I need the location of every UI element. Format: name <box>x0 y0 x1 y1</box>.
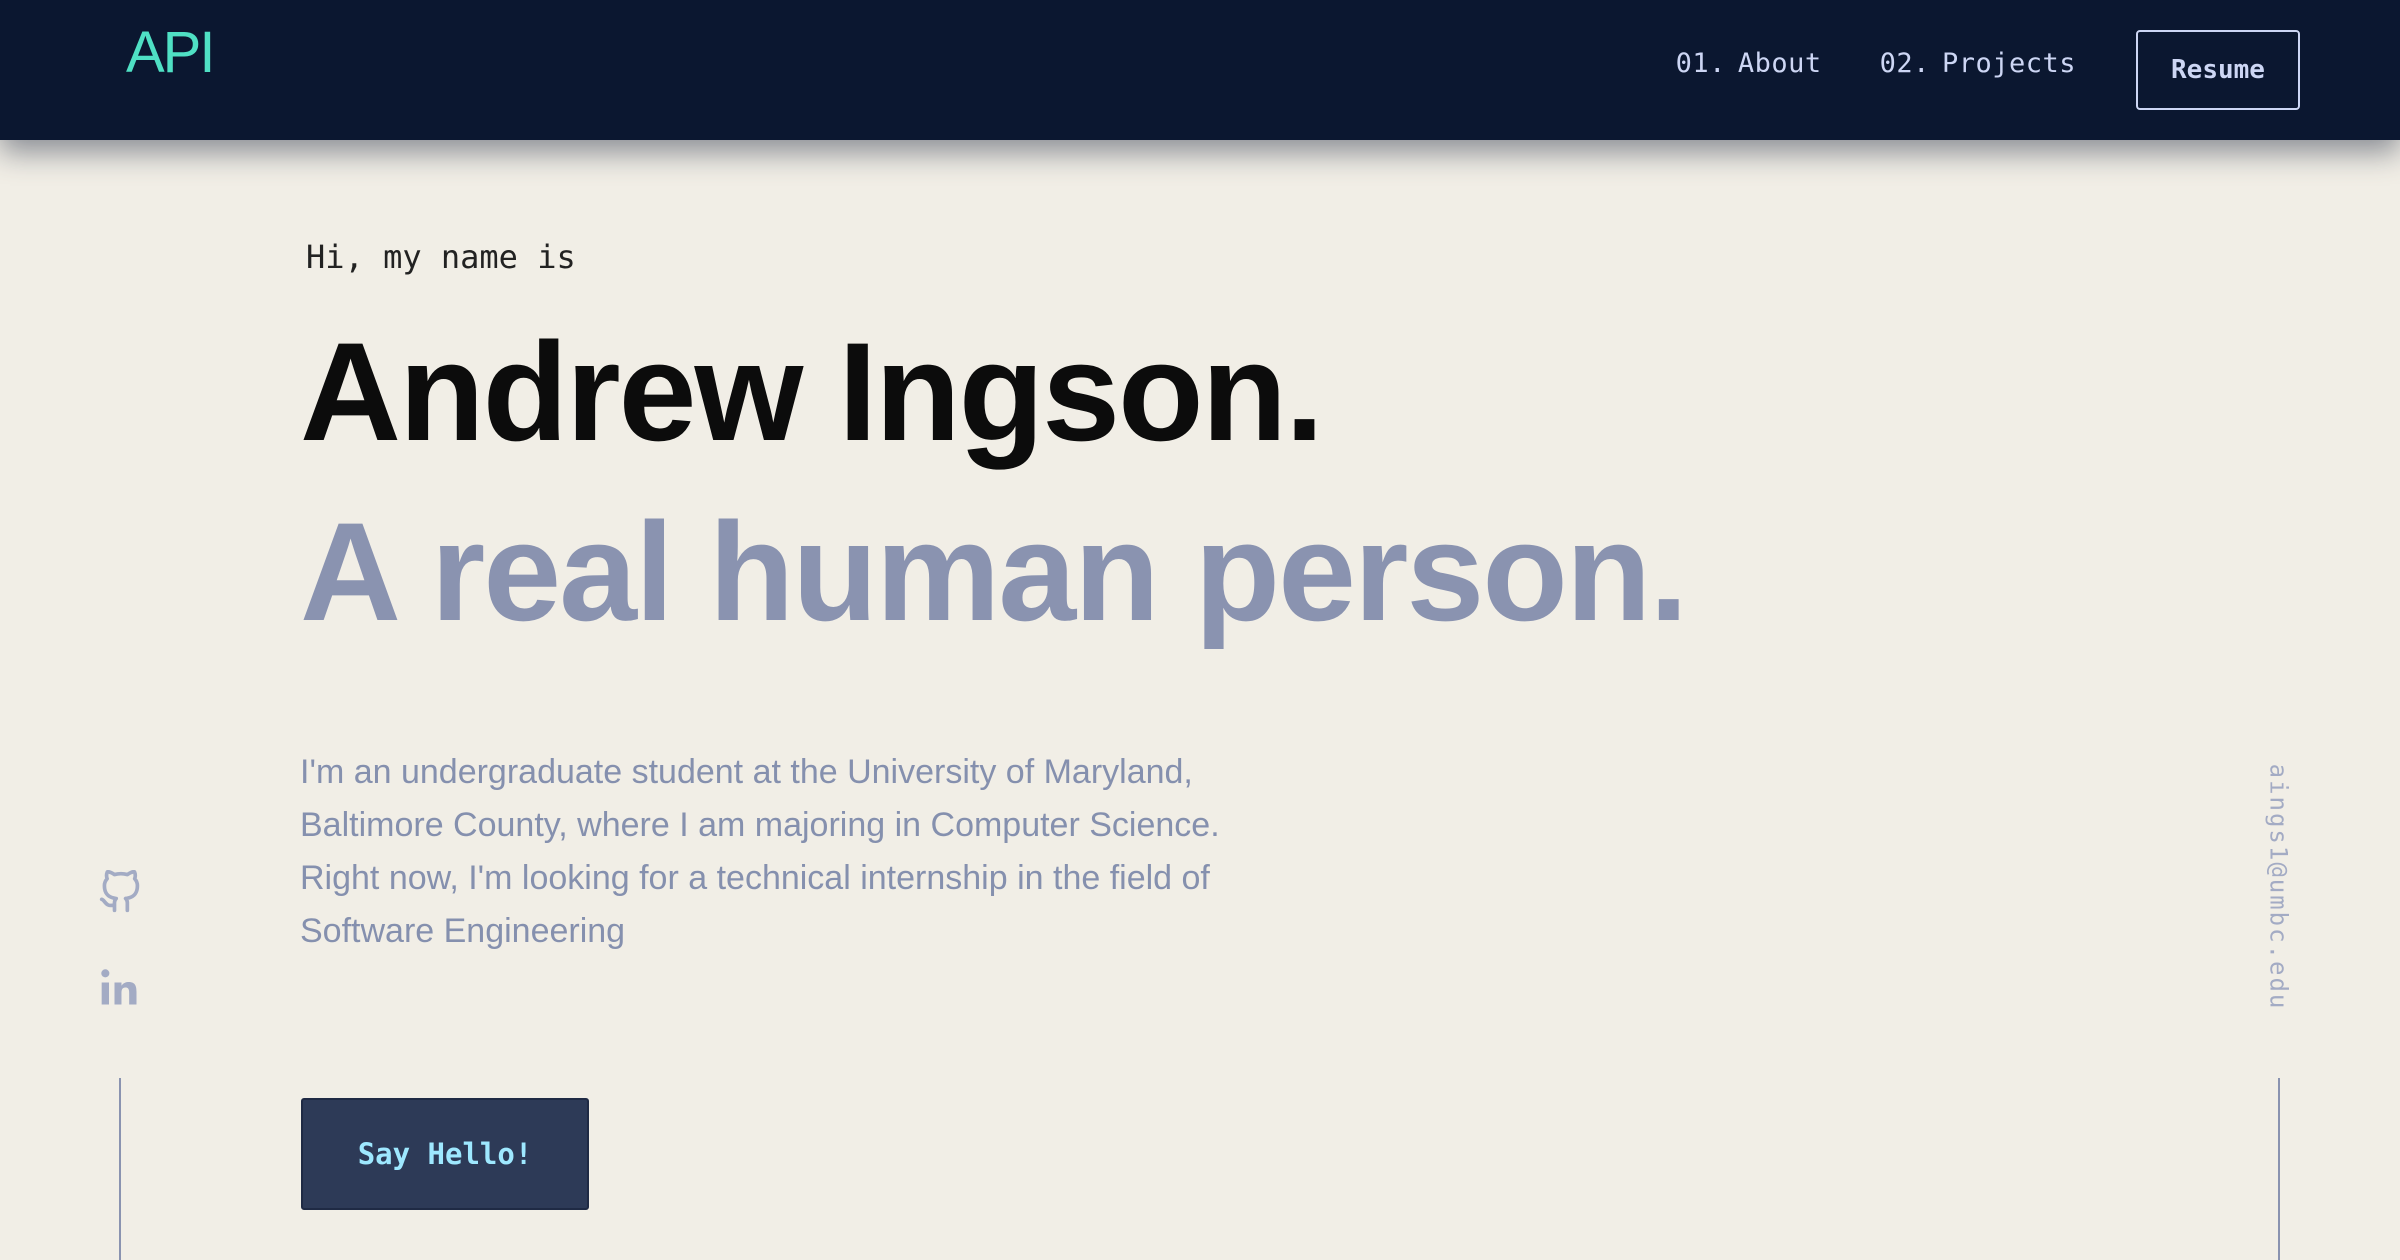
email-link[interactable]: aings1@umbc.edu <box>2258 752 2298 1022</box>
hero-bio: I'm an undergraduate student at the Univ… <box>300 753 1220 950</box>
nav-link-label: Projects <box>1941 48 2076 79</box>
site-logo[interactable]: API <box>126 20 215 85</box>
social-divider-line <box>119 1078 121 1260</box>
nav-links: 01. About 02. Projects <box>1676 48 2076 79</box>
linkedin-icon[interactable] <box>98 966 142 1010</box>
hero-name: Andrew Ingson. <box>300 313 1324 470</box>
github-icon[interactable] <box>98 869 142 914</box>
resume-button[interactable]: Resume <box>2136 30 2300 110</box>
nav-link-about[interactable]: 01. About <box>1676 48 1822 79</box>
nav-link-label: About <box>1737 48 1822 79</box>
navbar: API 01. About 02. Projects Resume <box>0 0 2400 140</box>
hero-tagline: A real human person. <box>300 493 1688 650</box>
nav-link-projects[interactable]: 02. Projects <box>1880 48 2076 79</box>
say-hello-button[interactable]: Say Hello! <box>301 1098 589 1210</box>
nav-link-number: 01. <box>1675 48 1726 79</box>
email-divider-line <box>2278 1078 2280 1260</box>
email-text: aings1@umbc.edu <box>2264 763 2292 1011</box>
nav-link-number: 02. <box>1879 48 1930 79</box>
greeting-text: Hi, my name is <box>306 238 576 276</box>
